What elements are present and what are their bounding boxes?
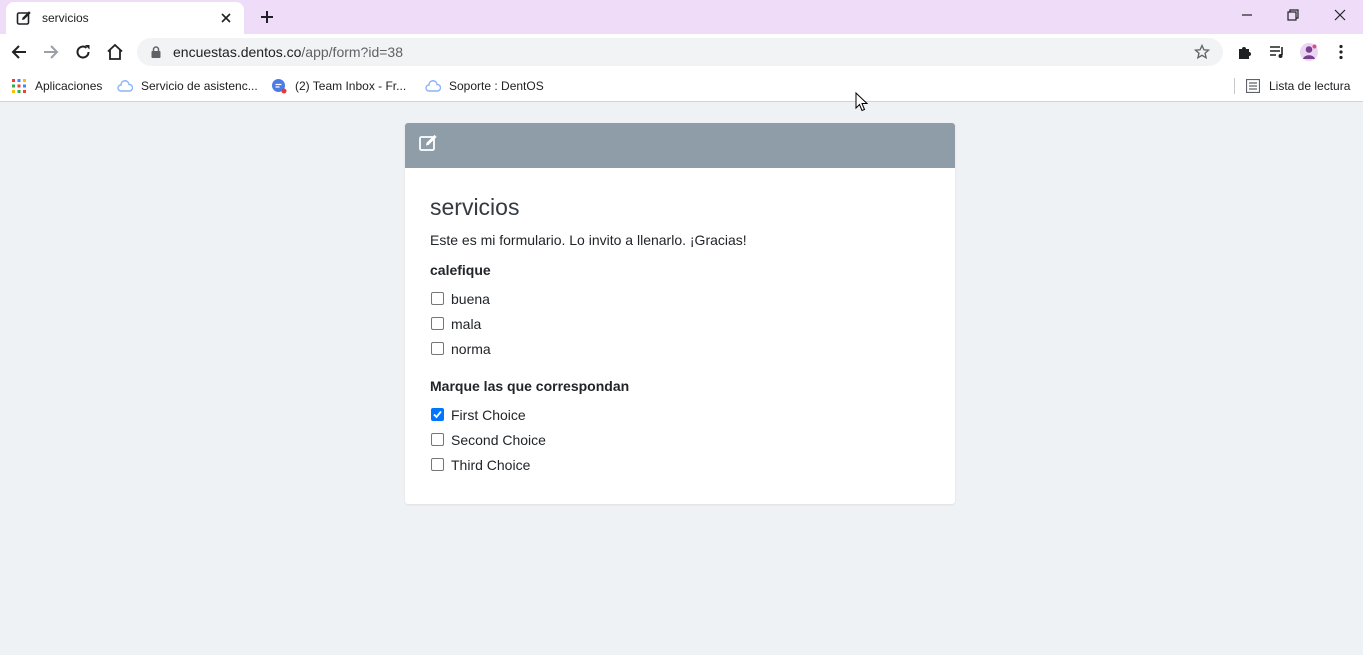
- tab-title: servicios: [42, 11, 89, 25]
- edit-icon: [16, 10, 32, 26]
- cloud-icon: [425, 78, 441, 94]
- bookmark-star-icon[interactable]: [1193, 43, 1211, 61]
- question-calefique: calefique buena mala norma: [430, 262, 930, 361]
- card-body: servicios Este es mi formulario. Lo invi…: [405, 168, 955, 520]
- reading-list-icon: [1245, 78, 1261, 94]
- tab-strip: servicios: [0, 0, 1363, 34]
- new-tab-icon[interactable]: [256, 6, 278, 28]
- restore-icon[interactable]: [1270, 0, 1316, 30]
- checkbox[interactable]: [431, 458, 444, 471]
- back-icon[interactable]: [5, 38, 33, 66]
- option-first-choice[interactable]: First Choice: [430, 402, 930, 427]
- url-host: encuestas.dentos.co: [173, 44, 302, 60]
- home-icon[interactable]: [101, 38, 129, 66]
- checkbox[interactable]: [431, 433, 444, 446]
- browser-toolbar: encuestas.dentos.co/app/form?id=38: [0, 34, 1363, 70]
- forward-icon[interactable]: [37, 38, 65, 66]
- chat-icon: [271, 78, 287, 94]
- profile-avatar-icon[interactable]: [1295, 38, 1323, 66]
- card-header: [405, 123, 955, 168]
- option-label: mala: [451, 315, 482, 332]
- tab-servicios[interactable]: servicios: [6, 2, 244, 34]
- bookmark-servicio-asistencia[interactable]: Servicio de asistenc...: [117, 75, 258, 97]
- checkbox[interactable]: [431, 317, 444, 330]
- bookmark-soporte-dentos[interactable]: Soporte : DentOS: [425, 75, 544, 97]
- option-buena[interactable]: buena: [430, 286, 930, 311]
- option-mala[interactable]: mala: [430, 311, 930, 336]
- bookmark-label: Soporte : DentOS: [449, 79, 544, 93]
- checkbox-checked[interactable]: [431, 408, 444, 421]
- bookmarks-bar: Aplicaciones Servicio de asistenc... (2)…: [0, 70, 1363, 102]
- apps-grid-icon: [11, 78, 27, 94]
- extensions-icon[interactable]: [1231, 38, 1259, 66]
- question-marque: Marque las que correspondan First Choice…: [430, 378, 930, 477]
- option-label: buena: [451, 290, 490, 307]
- form-description: Este es mi formulario. Lo invito a llena…: [430, 232, 747, 248]
- reading-list-button[interactable]: Lista de lectura: [1245, 75, 1350, 97]
- media-queue-icon[interactable]: [1263, 38, 1291, 66]
- lock-icon: [149, 45, 163, 59]
- edit-icon: [419, 134, 439, 157]
- option-label: norma: [451, 340, 491, 357]
- reload-icon[interactable]: [69, 38, 97, 66]
- minimize-icon[interactable]: [1224, 0, 1270, 30]
- checkbox[interactable]: [431, 342, 444, 355]
- option-label: Second Choice: [451, 431, 546, 448]
- form-title: servicios: [430, 194, 520, 220]
- mouse-cursor-icon: [855, 92, 869, 112]
- bookmark-team-inbox[interactable]: (2) Team Inbox - Fr...: [271, 75, 406, 97]
- url-path: /app/form?id=38: [301, 44, 403, 60]
- close-tab-icon[interactable]: [218, 10, 234, 26]
- address-bar[interactable]: encuestas.dentos.co/app/form?id=38: [137, 38, 1223, 66]
- checkmark-icon: [433, 410, 442, 419]
- close-window-icon[interactable]: [1317, 0, 1363, 30]
- option-label: Third Choice: [451, 456, 531, 473]
- option-second-choice[interactable]: Second Choice: [430, 427, 930, 452]
- bookmark-label: Servicio de asistenc...: [141, 79, 258, 93]
- reading-list-label: Lista de lectura: [1269, 79, 1351, 93]
- form-card: servicios Este es mi formulario. Lo invi…: [405, 123, 955, 504]
- cloud-icon: [117, 78, 133, 94]
- bookmark-label: Aplicaciones: [35, 79, 103, 93]
- option-label: First Choice: [451, 406, 526, 423]
- checkbox[interactable]: [431, 292, 444, 305]
- menu-kebab-icon[interactable]: [1327, 38, 1355, 66]
- question-label: calefique: [430, 262, 491, 278]
- bookmark-label: (2) Team Inbox - Fr...: [295, 79, 407, 93]
- url-text: encuestas.dentos.co/app/form?id=38: [173, 44, 1193, 60]
- option-norma[interactable]: norma: [430, 336, 930, 361]
- question-label: Marque las que correspondan: [430, 378, 630, 394]
- bookmark-aplicaciones[interactable]: Aplicaciones: [11, 75, 102, 97]
- option-third-choice[interactable]: Third Choice: [430, 452, 930, 477]
- bookmarks-divider: [1234, 78, 1235, 94]
